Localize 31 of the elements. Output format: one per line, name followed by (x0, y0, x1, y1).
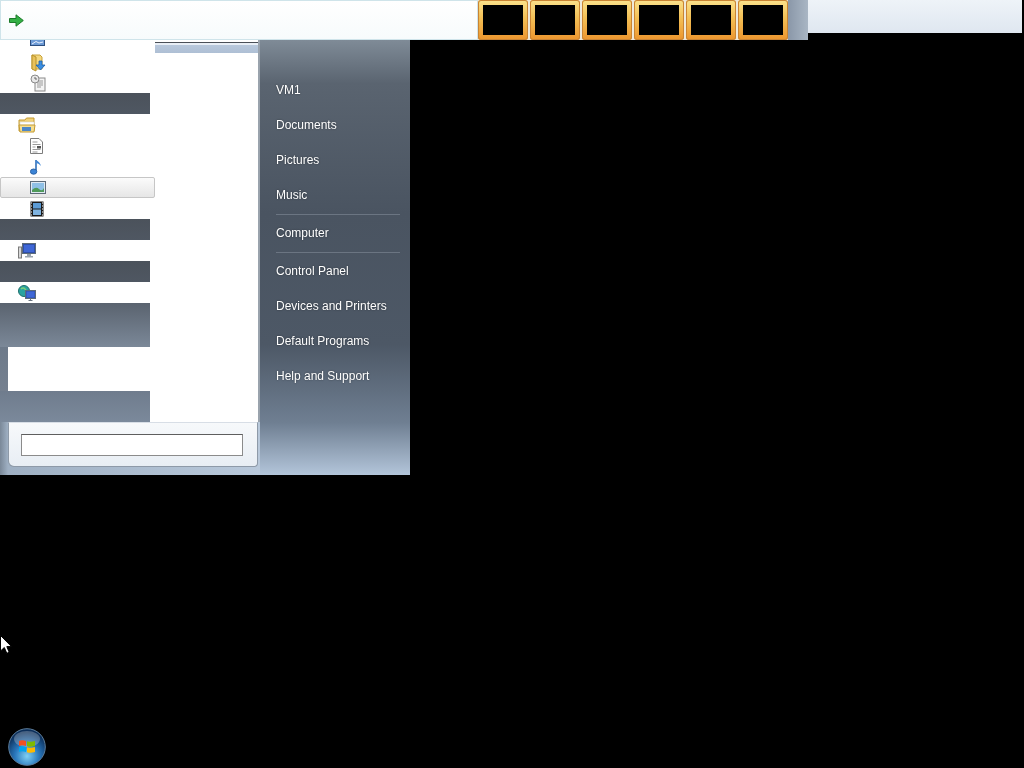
flag-orb-icon (8, 728, 46, 766)
start-menu-item[interactable]: Documents (276, 118, 337, 133)
arrow-right-icon (9, 13, 24, 27)
window-thumbnail[interactable] (478, 0, 528, 40)
start-menu-item[interactable]: Music (276, 188, 308, 203)
nav-item[interactable] (0, 177, 155, 198)
thumbnail-bar-edge (788, 0, 808, 40)
desktop-screen-icon (30, 40, 45, 46)
music-note-icon (30, 158, 42, 175)
window-thumbnail[interactable] (686, 0, 736, 40)
film-strip-icon (30, 200, 44, 217)
folder-icon (18, 116, 36, 133)
start-menu-item[interactable]: Default Programs (276, 334, 370, 349)
document-icon (30, 137, 43, 154)
search-field[interactable] (21, 434, 243, 456)
start-menu-item[interactable]: VM1 (276, 83, 301, 98)
window-thumbnail[interactable] (738, 0, 788, 40)
start-button[interactable] (8, 728, 46, 766)
clock-document-icon (30, 74, 46, 92)
window-thumbnail[interactable] (582, 0, 632, 40)
start-menu-item[interactable]: Control Panel (276, 264, 349, 279)
picture-icon (30, 181, 46, 194)
folder-download-icon (30, 54, 46, 72)
window-thumbnail[interactable] (530, 0, 580, 40)
computer-icon (18, 242, 36, 259)
start-menu-item[interactable]: Devices and Printers (276, 299, 387, 314)
start-menu-item[interactable]: Computer (276, 226, 329, 241)
start-menu-item[interactable]: Help and Support (276, 369, 370, 384)
window-thumbnail[interactable] (634, 0, 684, 40)
globe-monitor-icon (18, 284, 36, 301)
start-menu-item[interactable]: Pictures (276, 153, 320, 168)
